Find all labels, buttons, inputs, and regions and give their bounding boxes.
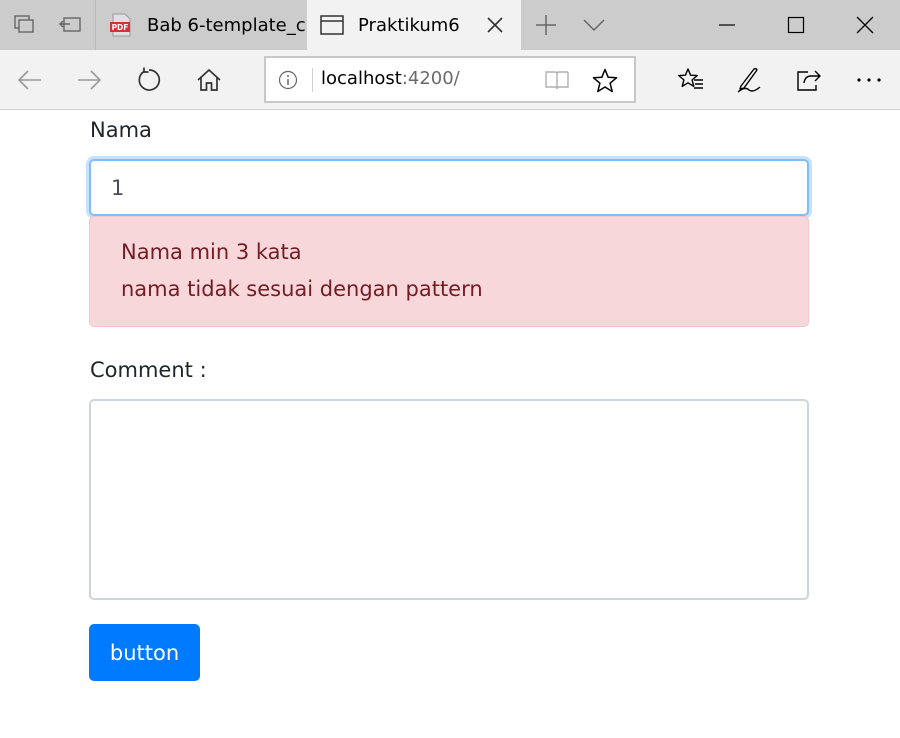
close-tab-button[interactable] <box>483 13 507 37</box>
info-icon[interactable] <box>278 70 298 90</box>
url-text[interactable]: localhost:4200/ <box>321 68 460 89</box>
more-dots-icon <box>857 78 881 82</box>
more-button[interactable] <box>841 50 897 110</box>
home-icon <box>197 68 221 91</box>
error-message: nama tidak sesuai dengan pattern <box>121 277 483 301</box>
error-message: Nama min 3 kata <box>121 240 302 264</box>
refresh-icon <box>138 67 161 91</box>
comment-textarea[interactable] <box>89 399 809 600</box>
forward-arrow-icon <box>78 70 102 90</box>
maximize-icon <box>787 16 805 34</box>
share-button[interactable] <box>781 50 837 110</box>
tab-set-aside-button[interactable] <box>0 0 48 50</box>
nama-label: Nama <box>90 118 152 142</box>
set-tabs-aside-button[interactable] <box>46 0 94 50</box>
pen-icon <box>737 67 761 93</box>
reading-view-icon[interactable] <box>544 69 570 91</box>
back-arrow-icon <box>17 70 41 90</box>
tab-title: Bab 6-template_c <box>147 14 305 36</box>
forward-button[interactable] <box>61 50 117 110</box>
tab-bab6[interactable]: PDF Bab 6-template_c <box>95 0 305 50</box>
plus-icon <box>536 15 556 35</box>
address-bar[interactable]: localhost:4200/ <box>264 56 636 103</box>
maximize-button[interactable] <box>762 0 830 50</box>
pdf-badge-text: PDF <box>112 23 129 32</box>
refresh-button[interactable] <box>121 50 177 110</box>
navigation-bar: localhost:4200/ <box>0 50 900 110</box>
page-icon <box>320 15 344 35</box>
add-notes-button[interactable] <box>721 50 777 110</box>
star-icon[interactable] <box>592 68 618 94</box>
back-button[interactable] <box>2 50 58 110</box>
minimize-button[interactable] <box>693 0 761 50</box>
tab-praktikum6[interactable]: Praktikum6 <box>307 0 521 50</box>
close-icon <box>856 16 874 34</box>
close-window-button[interactable] <box>831 0 899 50</box>
chevron-down-icon <box>583 19 605 32</box>
address-separator <box>312 68 313 92</box>
tab-preview-button[interactable] <box>570 0 618 50</box>
tab-title: Praktikum6 <box>358 14 460 36</box>
set-aside-icon <box>59 17 81 32</box>
comment-label: Comment : <box>90 358 207 382</box>
url-port: :4200/ <box>401 68 460 89</box>
tab-strip: PDF Bab 6-template_c Praktikum6 <box>0 0 900 50</box>
favorites-hub-button[interactable] <box>663 50 719 110</box>
nama-input[interactable] <box>89 159 809 216</box>
minimize-icon <box>719 24 735 26</box>
close-icon <box>487 17 503 33</box>
error-alert: Nama min 3 kata nama tidak sesuai dengan… <box>89 216 809 327</box>
new-tab-button[interactable] <box>522 0 570 50</box>
home-button[interactable] <box>181 50 237 110</box>
submit-button[interactable]: button <box>89 624 200 681</box>
page-content: Nama Nama min 3 kata nama tidak sesuai d… <box>0 111 900 738</box>
pdf-icon: PDF <box>110 13 131 37</box>
tabs-preview-icon <box>14 15 34 33</box>
share-icon <box>797 70 821 91</box>
favorites-list-icon <box>678 68 703 89</box>
url-host: localhost <box>321 68 402 89</box>
